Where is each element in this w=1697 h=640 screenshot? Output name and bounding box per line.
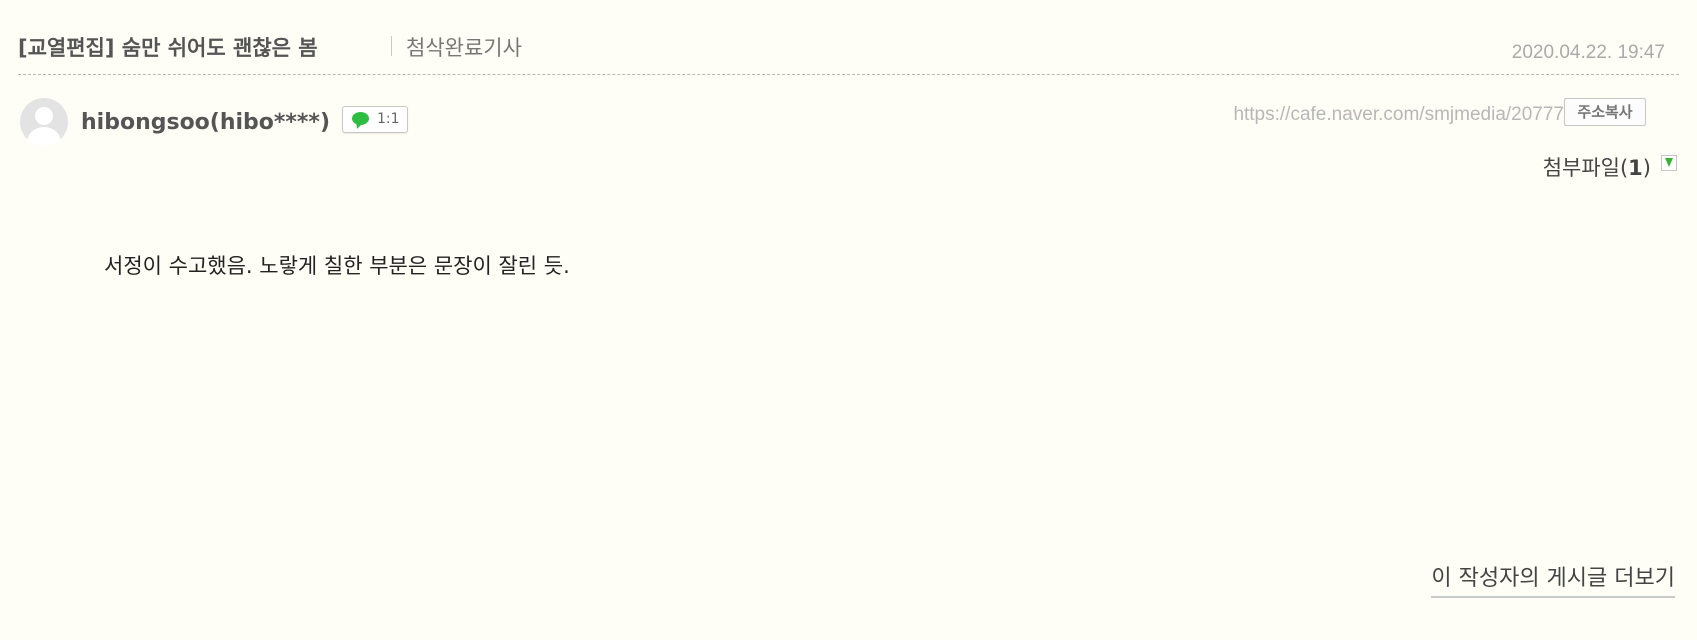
download-arrow-icon[interactable]	[1661, 155, 1677, 171]
attachment-toggle[interactable]: 첨부파일(1)	[1543, 152, 1651, 182]
author-row: hibongsoo(hibo****) 1:1 https://cafe.nav…	[18, 96, 1678, 152]
author-more-posts-link[interactable]: 이 작성자의 게시글 더보기	[1431, 560, 1675, 598]
avatar-body-shape	[27, 127, 61, 146]
default-avatar-icon[interactable]	[20, 98, 68, 146]
post-date: 2020.04.22. 19:47	[1511, 42, 1665, 63]
author-nickname[interactable]: hibongsoo(hibo****)	[81, 110, 330, 135]
title-divider	[391, 36, 392, 56]
one-to-one-chat-button[interactable]: 1:1	[342, 106, 408, 133]
avatar-head-shape	[35, 107, 53, 125]
article-header: [교열편집] 숨만 쉬어도 괜찮은 봄 첨삭완료기사 2020.04.22. 1…	[18, 28, 1679, 75]
article-body-text: 서정이 수고했음. 노랗게 칠한 부분은 문장이 잘린 듯.	[104, 254, 570, 278]
copy-url-button[interactable]: 주소복사	[1564, 98, 1646, 126]
attachment-count: 1	[1628, 156, 1643, 180]
article-title: [교열편집] 숨만 쉬어도 괜찮은 봄	[18, 36, 318, 60]
attachment-count-close: )	[1642, 156, 1651, 180]
attachment-count-open: (	[1619, 156, 1629, 180]
chat-button-label: 1:1	[377, 111, 400, 127]
category-link[interactable]: 첨삭완료기사	[406, 32, 522, 62]
chat-bubble-icon	[352, 112, 369, 125]
attachment-label: 첨부파일	[1542, 156, 1620, 180]
article-url: https://cafe.naver.com/smjmedia/20777	[1233, 104, 1564, 125]
